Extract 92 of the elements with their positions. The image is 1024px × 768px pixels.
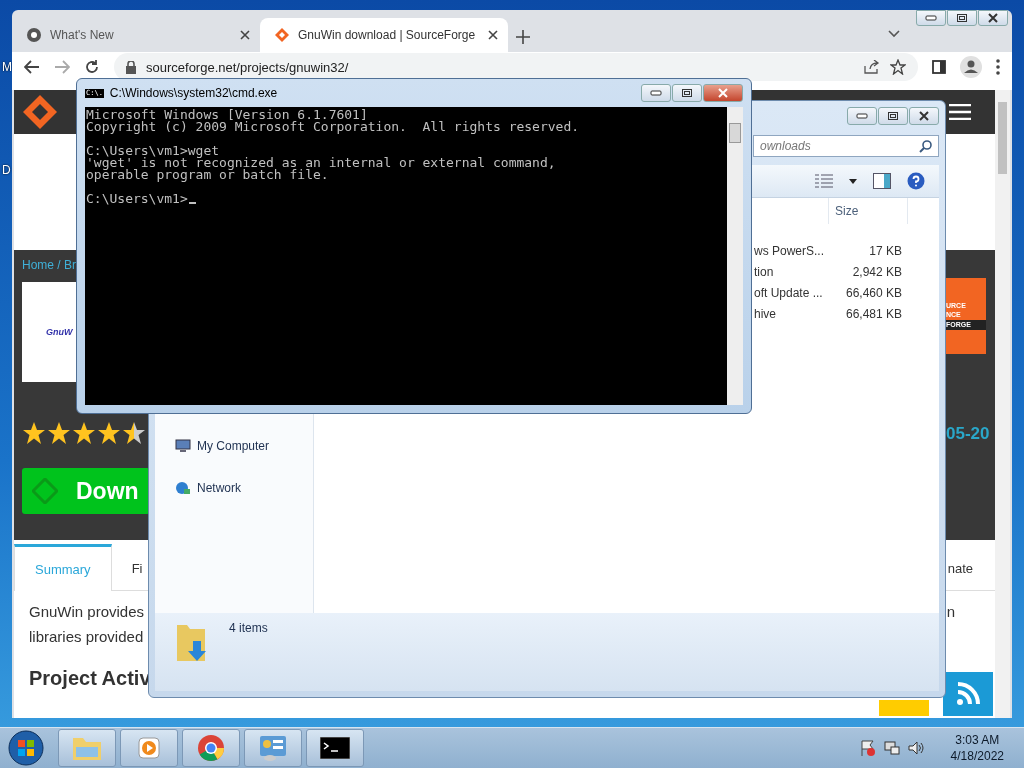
item-count: 4 items [229, 621, 268, 635]
description-text: n [946, 602, 955, 622]
feed-icon [955, 681, 981, 707]
console-line: 'wget' is not recognized as an internal or external command, [86, 157, 556, 169]
media-player-icon [136, 735, 162, 761]
diamond-logo-icon [274, 27, 290, 43]
profile-icon[interactable] [960, 56, 982, 78]
console-line: C:\Users\vm1>wget [86, 145, 220, 157]
file-name[interactable]: tion [754, 261, 828, 282]
action-center-flag-icon[interactable] [858, 739, 877, 757]
clock[interactable]: 3:03 AM 4/18/2022 [950, 732, 1004, 764]
new-tab-icon[interactable] [516, 30, 530, 44]
dropdown-arrow-icon[interactable] [849, 178, 857, 184]
release-date: 05-20 [946, 424, 991, 444]
promo-tile [879, 700, 929, 716]
file-name[interactable]: oft Update ... [754, 282, 828, 303]
folder-icon [72, 735, 102, 761]
browser-tab[interactable]: GnuWin download | SourceForge [260, 18, 508, 52]
close-icon[interactable] [240, 30, 250, 40]
close-icon[interactable] [488, 30, 498, 40]
network-status-icon[interactable] [882, 739, 901, 757]
chrome-icon [197, 734, 225, 762]
star-icon [22, 420, 46, 446]
star-icon [97, 420, 121, 446]
computer-icon [175, 439, 191, 453]
console-line: Microsoft Windows [Version 6.1.7601] [86, 109, 368, 121]
minimize-icon [925, 15, 937, 21]
file-size: 66,481 KB [844, 305, 903, 323]
console-line: operable program or batch file. [86, 169, 329, 181]
maximize-button[interactable] [878, 107, 908, 125]
file-size: 66,460 KB [844, 284, 903, 302]
desktop-icon-label: M [2, 60, 12, 74]
cursor-icon [188, 202, 196, 204]
maximize-button[interactable] [672, 84, 702, 102]
chrome-icon [26, 27, 42, 43]
console-icon [320, 737, 350, 759]
console-line: Copyright (c) 2009 Microsoft Corporation. All rights reserved. [86, 121, 580, 133]
diamond-logo-icon [32, 478, 58, 504]
start-button[interactable] [8, 730, 44, 766]
search-icon [919, 139, 932, 153]
file-name[interactable]: hive [754, 303, 828, 324]
close-icon [987, 13, 999, 23]
description-text: GnuWin provides [29, 602, 145, 622]
scrollbar[interactable] [995, 90, 1010, 718]
minimize-icon [650, 90, 662, 96]
help-icon[interactable] [907, 172, 925, 190]
reload-icon[interactable] [84, 59, 100, 75]
bookmark-star-icon[interactable] [890, 59, 906, 75]
maximize-icon [956, 13, 968, 23]
share-icon[interactable] [864, 60, 880, 74]
breadcrumb-link[interactable]: Home / Br [22, 258, 76, 272]
close-button[interactable] [909, 107, 939, 125]
diamond-logo-icon[interactable] [22, 94, 58, 130]
star-icon [47, 420, 71, 446]
address-bar[interactable]: sourceforge.net/projects/gnuwin32/ [114, 53, 918, 81]
page-tab[interactable]: Fi [111, 544, 143, 590]
maximize-button[interactable] [947, 10, 977, 26]
star-icon [72, 420, 96, 446]
scrollbar[interactable] [727, 107, 743, 405]
file-name[interactable]: ws PowerS... [754, 240, 828, 261]
page-tab[interactable]: nate [947, 544, 995, 590]
menu-icon[interactable] [949, 104, 971, 120]
preview-pane-icon[interactable] [873, 173, 891, 189]
console-line: C:\Users\vm1> [86, 193, 188, 205]
window-title: C:\Windows\system32\cmd.exe [109, 86, 279, 100]
nav-item[interactable]: My Computer [175, 439, 313, 453]
back-icon[interactable] [24, 60, 40, 74]
close-icon [918, 111, 930, 121]
taskbar-button[interactable] [306, 729, 364, 767]
nav-item[interactable]: Network [175, 481, 313, 495]
star-icon [122, 420, 146, 446]
description-text: libraries provided [29, 627, 145, 647]
side-panel-icon[interactable] [932, 60, 946, 74]
chevron-down-icon[interactable] [888, 30, 900, 38]
maximize-icon [681, 88, 693, 98]
control-panel-icon [258, 734, 288, 762]
network-icon [175, 481, 191, 495]
file-size: 2,942 KB [851, 263, 903, 281]
minimize-icon [856, 113, 868, 119]
lock-icon [126, 60, 136, 74]
feed-tile[interactable] [943, 672, 993, 716]
section-heading: Project Activ [28, 666, 152, 690]
search-field[interactable]: ownloads [753, 135, 939, 157]
menu-icon[interactable] [996, 59, 1000, 75]
maximize-icon [887, 111, 899, 121]
close-button[interactable] [978, 10, 1008, 26]
desktop-icon-label: D [2, 163, 11, 177]
file-size: 17 KB [868, 242, 903, 260]
column-header[interactable]: Size [828, 198, 908, 224]
volume-icon[interactable] [906, 739, 925, 757]
browser-tab[interactable]: What's New [12, 18, 260, 52]
close-icon [717, 88, 729, 98]
